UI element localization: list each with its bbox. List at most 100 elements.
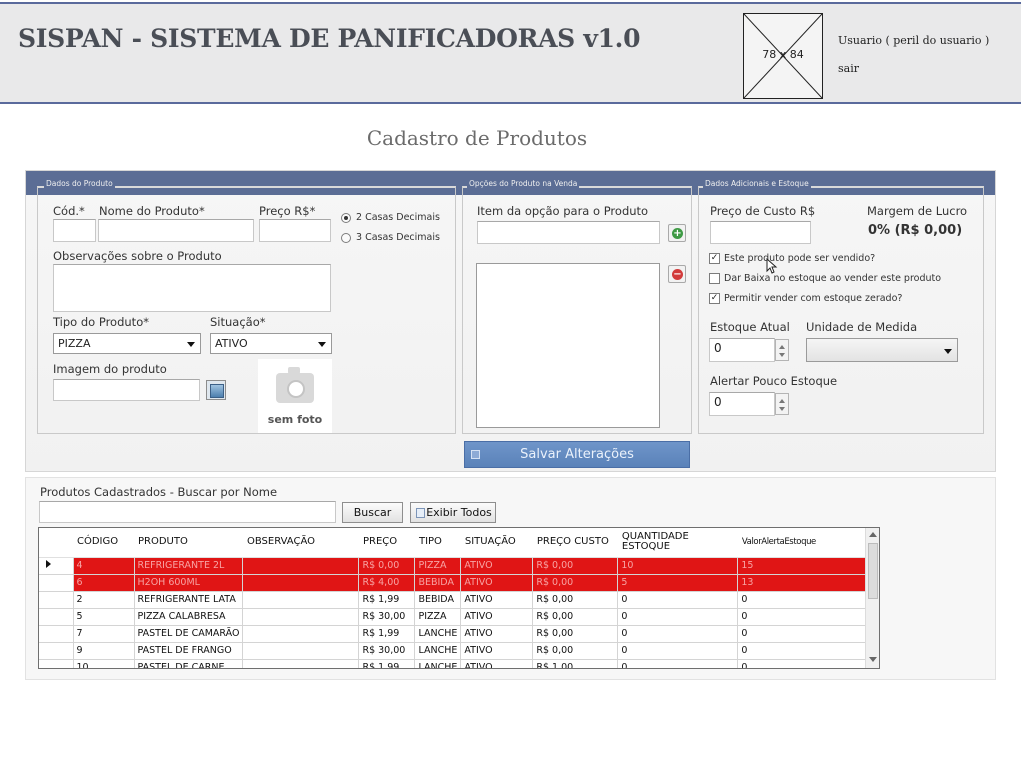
browse-image-icon[interactable]: [206, 380, 226, 400]
cost-price-label: Preço de Custo R$: [710, 204, 816, 218]
grid-vertical-scrollbar[interactable]: [865, 528, 879, 668]
grid-header-selector: [39, 528, 73, 558]
code-field[interactable]: [53, 219, 96, 242]
notes-textarea[interactable]: [53, 264, 331, 312]
allow-zero-stock-checkbox[interactable]: ✓: [709, 293, 720, 304]
table-cell: PIZZA: [414, 608, 462, 626]
option-item-field[interactable]: [477, 221, 660, 244]
low-stock-alert-spinner[interactable]: [775, 393, 789, 415]
row-selector[interactable]: [39, 574, 74, 592]
products-grid[interactable]: CÓDIGO PRODUTO OBSERVAÇÃO PREÇO TIPO SITUAÇÃO…: [38, 527, 880, 669]
table-row[interactable]: 7 PASTEL DE CAMARÃO R$ 1,99 LANCHE ATIVO R$ 0…: [39, 625, 869, 643]
decimal-2-label: 2 Casas Decimais: [356, 212, 440, 223]
can-sell-checkbox[interactable]: ✓: [709, 253, 720, 264]
cost-price-field[interactable]: [710, 221, 811, 244]
row-selector[interactable]: [39, 608, 74, 626]
product-name-field[interactable]: [98, 219, 254, 242]
table-cell: ATIVO: [460, 659, 534, 668]
table-row[interactable]: 5 PIZZA CALABRESA R$ 30,00 PIZZA ATIVO R$ 0,0…: [39, 608, 869, 626]
scroll-up-icon[interactable]: [869, 532, 877, 537]
save-changes-label: Salvar Alterações: [520, 447, 634, 462]
notes-label: Observações sobre o Produto: [53, 249, 222, 263]
options-listbox[interactable]: [476, 263, 660, 428]
logo-placeholder-size: 78 x 84: [762, 48, 804, 61]
save-changes-button[interactable]: Salvar Alterações: [464, 441, 690, 468]
current-stock-field[interactable]: 0: [709, 338, 775, 362]
table-row[interactable]: 10 PASTEL DE CARNE R$ 1,99 LANCHE ATIVO R$ 1,…: [39, 659, 869, 668]
table-cell: PIZZA CALABRESA: [134, 608, 244, 626]
table-cell: 7: [73, 625, 135, 643]
search-button[interactable]: Buscar: [342, 502, 403, 523]
status-select[interactable]: ATIVO: [210, 333, 332, 354]
grid-column-header[interactable]: OBSERVAÇÃO: [242, 528, 359, 558]
table-cell: 6: [73, 574, 135, 592]
logo-placeholder: 78 x 84: [743, 13, 823, 99]
unit-label: Unidade de Medida: [806, 320, 918, 334]
grid-column-header[interactable]: PREÇO CUSTO: [532, 528, 618, 558]
table-row[interactable]: 4 REFRIGERANTE 2L R$ 0,00 PIZZA ATIVO R$ 0,00…: [39, 557, 869, 575]
table-row[interactable]: 6 H2OH 600ML R$ 4,00 BEBIDA ATIVO R$ 0,00 5 13: [39, 574, 869, 592]
grid-column-header[interactable]: ValorAlertaEstoque: [737, 528, 868, 558]
row-selector[interactable]: [39, 557, 74, 575]
app-header: SISPAN - SISTEMA DE PANIFICADORAS v1.0 7…: [0, 2, 1021, 104]
code-label: Cód.*: [53, 204, 85, 218]
decimal-3-radio[interactable]: [341, 233, 351, 243]
status-label: Situação*: [210, 315, 266, 329]
row-selector[interactable]: [39, 625, 74, 643]
table-cell: BEBIDA: [414, 574, 462, 592]
row-selector[interactable]: [39, 659, 74, 668]
grid-column-header[interactable]: SITUAÇÃO: [460, 528, 533, 558]
mouse-cursor-icon: [766, 258, 778, 274]
show-all-button[interactable]: Exibir Todos: [410, 502, 496, 523]
table-cell: [242, 608, 360, 626]
product-type-select[interactable]: PIZZA: [53, 333, 201, 354]
price-label: Preço R$*: [259, 204, 316, 218]
table-cell: [242, 625, 360, 643]
table-cell: 5: [73, 608, 135, 626]
option-item-label: Item da opção para o Produto: [477, 204, 649, 218]
table-cell: 9: [73, 642, 135, 660]
table-cell: R$ 1,99: [358, 659, 416, 668]
table-cell: 2: [73, 591, 135, 609]
table-cell: ATIVO: [460, 557, 534, 575]
decimal-2-radio[interactable]: [341, 213, 351, 223]
table-cell: ATIVO: [460, 574, 534, 592]
scroll-thumb[interactable]: [868, 543, 878, 599]
table-row[interactable]: 2 REFRIGERANTE LATA R$ 1,99 BEBIDA ATIVO R$ 0…: [39, 591, 869, 609]
grid-column-header[interactable]: TIPO: [414, 528, 461, 558]
table-cell: 0: [737, 608, 869, 626]
low-stock-alert-value: 0: [714, 395, 722, 409]
low-stock-on-sale-checkbox[interactable]: [709, 273, 720, 284]
row-selector[interactable]: [39, 591, 74, 609]
logout-link[interactable]: sair: [838, 62, 859, 75]
search-input[interactable]: [39, 501, 336, 523]
scroll-down-icon[interactable]: [869, 657, 877, 662]
table-cell: R$ 1,99: [358, 591, 416, 609]
table-cell: BEBIDA: [414, 591, 462, 609]
add-option-button[interactable]: +: [668, 224, 686, 242]
current-stock-label: Estoque Atual: [710, 320, 790, 334]
table-cell: 15: [737, 557, 869, 575]
grid-column-header[interactable]: CÓDIGO: [73, 528, 134, 558]
products-table: CÓDIGO PRODUTO OBSERVAÇÃO PREÇO TIPO SITUAÇÃO…: [39, 528, 869, 668]
table-row[interactable]: 9 PASTEL DE FRANGO R$ 30,00 LANCHE ATIVO R$ 0…: [39, 642, 869, 660]
low-stock-alert-field[interactable]: 0: [709, 392, 775, 416]
current-stock-spinner[interactable]: [775, 339, 789, 361]
remove-option-button[interactable]: −: [668, 265, 686, 283]
grid-column-header[interactable]: QUANTIDADE ESTOQUE: [617, 528, 738, 558]
image-path-field[interactable]: [53, 379, 200, 401]
search-label: Produtos Cadastrados - Buscar por Nome: [40, 485, 278, 499]
grid-column-header[interactable]: PRODUTO: [134, 528, 243, 558]
price-field[interactable]: [259, 219, 331, 242]
row-selector[interactable]: [39, 642, 74, 660]
grid-column-header[interactable]: PREÇO: [358, 528, 415, 558]
unit-select[interactable]: [806, 338, 958, 362]
current-stock-value: 0: [714, 341, 722, 355]
table-cell: 13: [737, 574, 869, 592]
table-cell: 4: [73, 557, 135, 575]
table-cell: [242, 557, 360, 575]
table-cell: [242, 591, 360, 609]
table-cell: ATIVO: [460, 608, 534, 626]
product-name-label: Nome do Produto*: [99, 204, 205, 218]
camera-icon: [276, 367, 314, 403]
